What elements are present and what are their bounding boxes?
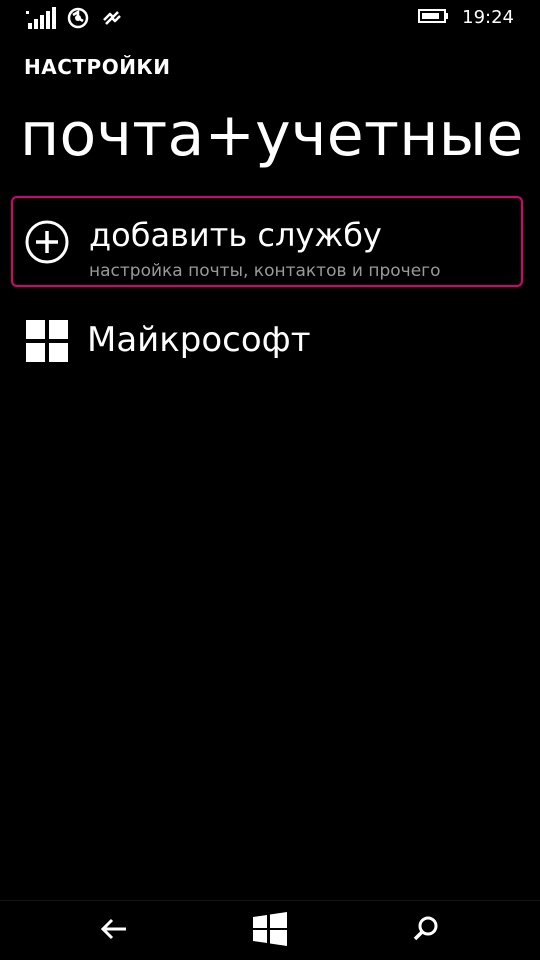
add-service-description: настройка почты, контактов и прочего <box>89 261 441 281</box>
clock: 19:24 <box>462 7 514 28</box>
account-label: Майкрософт <box>87 320 311 360</box>
search-button[interactable] <box>406 911 446 951</box>
page-title-container: почта+учетные записи <box>20 95 540 175</box>
search-icon <box>412 915 440 947</box>
navigation-bar <box>0 900 540 960</box>
add-circle-icon <box>25 220 69 264</box>
vibrate-icon <box>100 6 124 34</box>
status-bar: 19:24 <box>0 0 540 36</box>
status-right: 19:24 <box>418 6 514 30</box>
microsoft-logo-icon <box>26 320 68 362</box>
data-saver-icon <box>66 6 90 34</box>
windows-start-icon <box>253 912 287 950</box>
back-button[interactable] <box>94 911 134 951</box>
start-button[interactable] <box>250 911 290 951</box>
add-service-button[interactable]: добавить службу настройка почты, контакт… <box>11 196 523 287</box>
battery-icon <box>418 8 450 28</box>
page-title: почта+учетные записи <box>20 100 540 170</box>
add-service-label: добавить службу <box>89 216 382 254</box>
back-icon <box>100 917 128 945</box>
account-item-microsoft[interactable]: Майкрософт <box>24 318 514 368</box>
app-title: НАСТРОЙКИ <box>24 55 171 79</box>
status-left-icons <box>26 6 124 34</box>
signal-strength-icon <box>26 7 56 33</box>
